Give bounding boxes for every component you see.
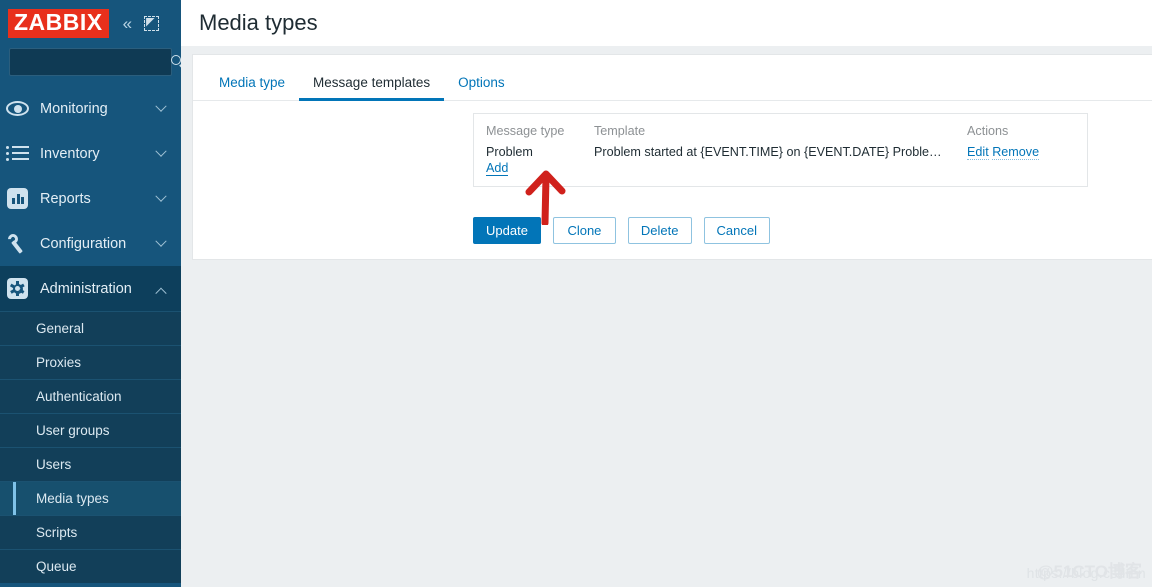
sidebar-item-authentication[interactable]: Authentication <box>0 379 181 413</box>
sidebar-item-users[interactable]: Users <box>0 447 181 481</box>
watermark-51cto: @51CTO博客 <box>1036 562 1142 581</box>
edit-link[interactable]: Edit <box>967 145 989 160</box>
sidebar-item-inventory[interactable]: Inventory <box>0 131 181 176</box>
submenu-item-label: Media types <box>36 491 109 506</box>
sidebar-item-configuration[interactable]: Configuration <box>0 221 181 266</box>
reports-icon-bar <box>21 196 24 204</box>
sidebar-item-user-groups[interactable]: User groups <box>0 413 181 447</box>
chevron-down-icon[interactable] <box>155 100 167 112</box>
tab-options[interactable]: Options <box>444 75 519 100</box>
list-icon-dot <box>6 157 9 161</box>
column-header-actions: Actions <box>967 124 1009 138</box>
tab-message-templates[interactable]: Message templates <box>299 75 445 101</box>
reports-icon <box>6 187 29 210</box>
sidebar-item-label: Configuration <box>40 235 127 252</box>
table-add-row: Add <box>486 161 1075 177</box>
eye-icon <box>6 97 29 120</box>
sidebar-item-general[interactable]: General <box>0 311 181 345</box>
cell-template: Problem started at {EVENT.TIME} on {EVEN… <box>594 145 942 159</box>
submenu-item-label: Queue <box>36 559 77 574</box>
delete-button[interactable]: Delete <box>627 217 692 244</box>
submenu-item-label: Users <box>36 457 72 472</box>
table-body: Problem Problem started at {EVENT.TIME} … <box>486 145 1075 177</box>
search-box[interactable] <box>9 48 181 76</box>
tab-media-type[interactable]: Media type <box>205 75 299 100</box>
media-type-form-card: Media type Message templates Options Mes… <box>192 54 1152 260</box>
list-icon-dot <box>6 145 9 149</box>
sidebar-item-media-types[interactable]: Media types <box>0 481 181 515</box>
sidebar-search-wrap <box>0 48 181 76</box>
sidebar-item-queue[interactable]: Queue <box>0 549 181 583</box>
administration-submenu: General Proxies Authentication User grou… <box>0 311 181 583</box>
clone-button[interactable]: Clone <box>552 217 616 244</box>
submenu-item-label: Proxies <box>36 355 82 370</box>
kiosk-mode-icon[interactable] <box>144 15 160 31</box>
chevron-down-icon[interactable] <box>155 235 167 247</box>
message-templates-table: Message type Template Actions Problem Pr… <box>486 124 1075 177</box>
search-icon-circle <box>171 54 181 65</box>
zabbix-app-window: ZABBIX « Monitoring Inventory Reports Co… <box>0 0 1152 587</box>
sidebar-nav: Monitoring Inventory Reports Configurati… <box>0 86 181 583</box>
search-input[interactable] <box>16 55 171 69</box>
list-icon-line <box>12 152 29 155</box>
list-icon-dot <box>6 151 9 155</box>
submenu-item-label: General <box>36 321 85 336</box>
table-head: Message type Template Actions <box>486 124 1075 145</box>
gear-icon <box>6 277 29 300</box>
add-link[interactable]: Add <box>486 161 509 176</box>
wrench-icon-handle <box>11 240 23 254</box>
column-header-message-type: Message type <box>486 124 565 138</box>
chevron-down-icon[interactable] <box>155 190 167 202</box>
update-button[interactable]: Update <box>473 217 541 244</box>
column-header-template: Template <box>594 124 646 138</box>
reports-icon-bar <box>16 194 20 204</box>
table-header-row: Message type Template Actions <box>486 124 1075 145</box>
cell-empty <box>594 161 967 177</box>
chevron-down-icon[interactable] <box>155 145 167 157</box>
sidebar: ZABBIX « Monitoring Inventory Reports Co… <box>0 0 181 587</box>
sidebar-item-label: Monitoring <box>40 100 108 117</box>
submenu-item-label: Authentication <box>36 389 122 404</box>
sidebar-item-monitoring[interactable]: Monitoring <box>0 86 181 131</box>
sidebar-item-proxies[interactable]: Proxies <box>0 345 181 379</box>
form-button-row: Update Clone Delete Cancel <box>473 217 770 244</box>
cell-add: Add <box>486 161 594 177</box>
sidebar-header: ZABBIX « <box>0 0 181 46</box>
submenu-item-label: User groups <box>36 423 110 438</box>
wrench-icon <box>5 231 29 255</box>
list-icon <box>6 142 29 165</box>
cell-empty <box>967 161 1075 177</box>
cell-message-type: Problem <box>486 145 533 159</box>
cell-actions: Edit Remove <box>967 145 1075 161</box>
chevron-up-icon[interactable] <box>155 287 167 299</box>
table-row: Problem Problem started at {EVENT.TIME} … <box>486 145 1075 161</box>
page-header: Media types <box>181 0 1152 46</box>
sidebar-item-scripts[interactable]: Scripts <box>0 515 181 549</box>
sidebar-item-label: Reports <box>40 190 91 207</box>
eye-icon-pupil <box>13 104 22 113</box>
collapse-sidebar-icon[interactable]: « <box>123 15 133 32</box>
sidebar-item-label: Administration <box>40 280 132 297</box>
sidebar-item-reports[interactable]: Reports <box>0 176 181 221</box>
submenu-item-label: Scripts <box>36 525 78 540</box>
sidebar-item-administration[interactable]: Administration <box>0 266 181 311</box>
list-icon-line <box>12 146 29 149</box>
cancel-button[interactable]: Cancel <box>703 217 770 244</box>
form-tabs: Media type Message templates Options <box>193 55 1152 101</box>
search-icon[interactable] <box>171 54 181 70</box>
page-title: Media types <box>199 10 318 35</box>
reports-icon-bar <box>12 198 15 204</box>
zabbix-logo[interactable]: ZABBIX <box>8 8 109 38</box>
main-content: Media types Media type Message templates… <box>181 0 1152 587</box>
list-icon-line <box>12 158 29 161</box>
sidebar-item-label: Inventory <box>40 145 100 162</box>
message-templates-table-box: Message type Template Actions Problem Pr… <box>473 113 1088 187</box>
remove-link[interactable]: Remove <box>992 145 1040 160</box>
